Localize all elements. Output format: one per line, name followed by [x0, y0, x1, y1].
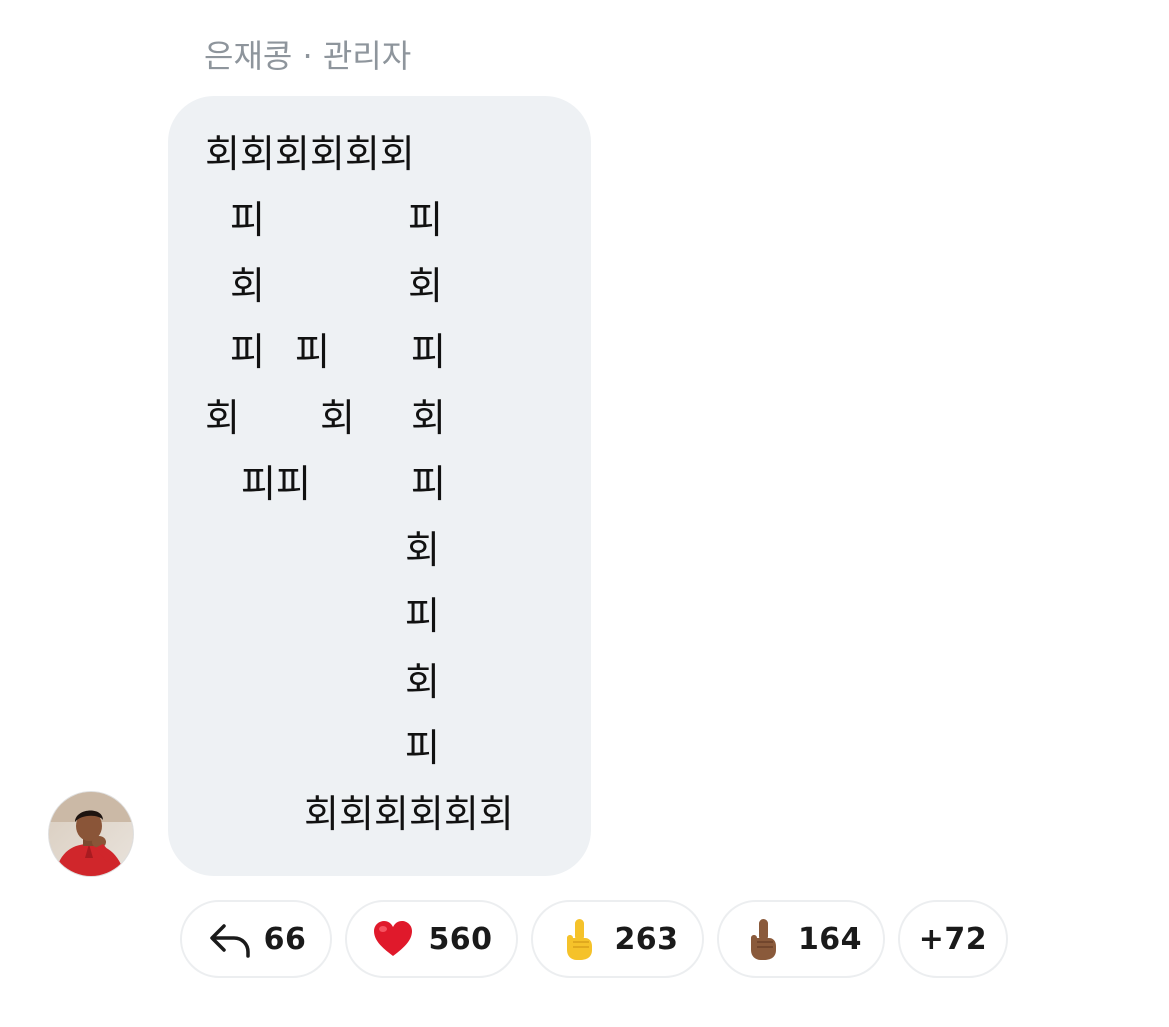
sender-name: 은재콩 · 관리자 [204, 37, 412, 75]
reply-count: 66 [263, 921, 307, 957]
middle-finger-light-icon [556, 916, 602, 962]
heart-count: 560 [428, 921, 493, 957]
reaction-heart[interactable]: 560 [345, 900, 518, 978]
reaction-middle-finger-light[interactable]: 263 [531, 900, 704, 978]
middle-finger-light-count: 263 [614, 921, 679, 957]
message-line: 회 [320, 396, 355, 440]
message-line: 피 [411, 462, 446, 506]
reply-arrow-icon [206, 916, 252, 962]
middle-finger-dark-count: 164 [797, 921, 863, 957]
avatar[interactable] [48, 791, 134, 877]
message-line: 회 [411, 396, 446, 440]
more-reactions-button[interactable]: +72 [898, 900, 1008, 978]
message-line: 피 [411, 330, 446, 374]
message-line: 피 [295, 330, 330, 374]
message-line: 회 [230, 264, 265, 308]
message-line: 피 [230, 198, 265, 242]
message-line: 회 [405, 660, 440, 704]
message-line: 회회회회회회 [304, 792, 514, 836]
red-heart-icon [370, 916, 416, 962]
message-line: 피 [230, 330, 265, 374]
message-line: 회회회회회회 [205, 132, 415, 176]
message-line: 피 [408, 198, 443, 242]
message-line: 피 [405, 594, 440, 638]
message-line: 피 [405, 726, 440, 770]
message-line: 회 [405, 528, 440, 572]
reply-button[interactable]: 66 [180, 900, 332, 978]
message-line: 회 [408, 264, 443, 308]
reaction-middle-finger-dark[interactable]: 164 [717, 900, 885, 978]
middle-finger-dark-icon [740, 916, 786, 962]
avatar-photo [49, 792, 133, 876]
message-line: 피피 [241, 462, 311, 506]
message-line: 회 [205, 396, 240, 440]
more-reactions-label: +72 [918, 921, 988, 957]
